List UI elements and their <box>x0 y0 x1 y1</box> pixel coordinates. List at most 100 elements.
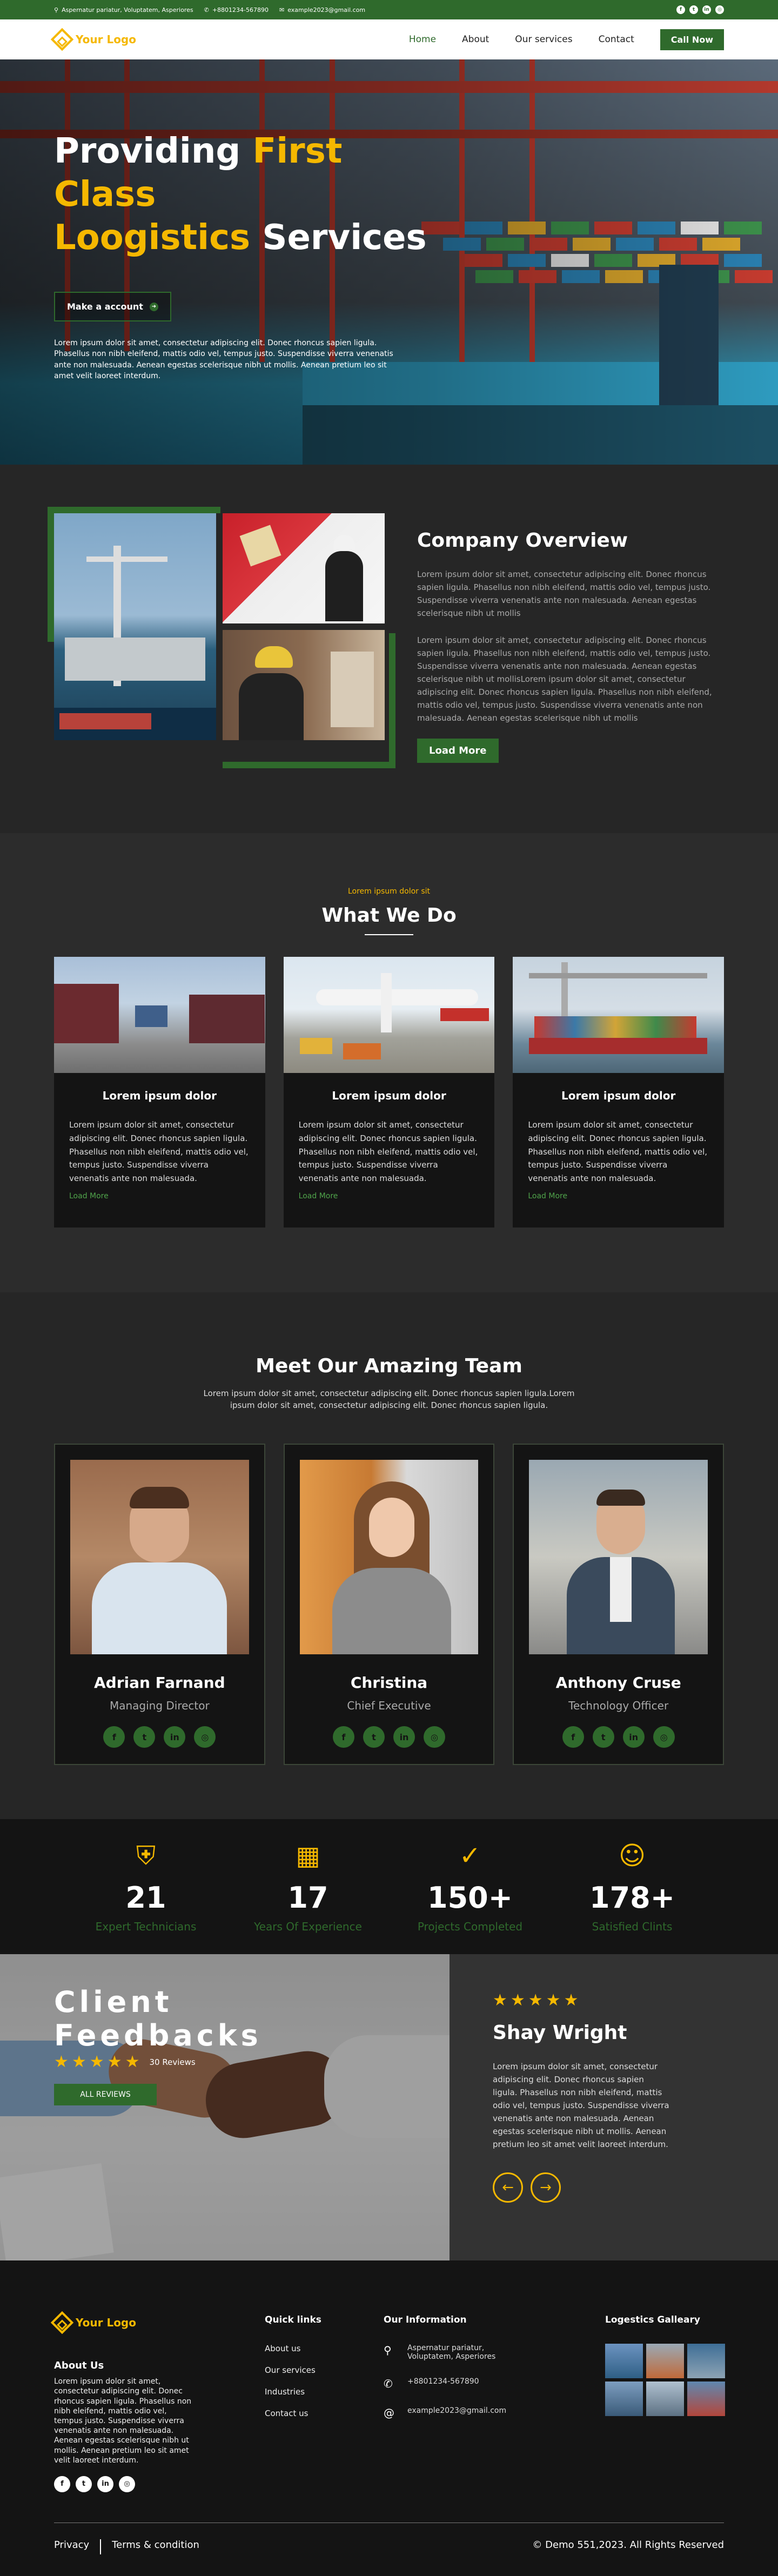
arrow-right-icon[interactable]: → <box>531 2172 561 2203</box>
footer-phone[interactable]: ✆ +8801234-567890 <box>384 2377 605 2390</box>
stat-label: Expert Technicians <box>95 1920 197 1933</box>
dribbble-icon[interactable]: ◎ <box>424 1726 445 1748</box>
facebook-icon[interactable]: f <box>333 1726 354 1748</box>
nav-item-contact[interactable]: Contact <box>599 34 634 45</box>
team-section: Meet Our Amazing Team Lorem ipsum dolor … <box>0 1292 778 1820</box>
service-card[interactable]: Lorem ipsum dolor Lorem ipsum dolor sit … <box>283 957 495 1227</box>
card-load-more-link[interactable]: Load More <box>299 1192 480 1200</box>
topbar-address: ⚲ Aspernatur pariatur, Voluptatem, Asperi… <box>54 6 193 14</box>
hero-section: Providing First Class Loogistics Service… <box>0 59 778 465</box>
stat-number: 17 <box>287 1880 328 1915</box>
nav-item-home[interactable]: Home <box>409 34 436 45</box>
twitter-icon[interactable]: t <box>133 1726 156 1748</box>
member-photo <box>299 1460 479 1655</box>
card-load-more-link[interactable]: Load More <box>528 1192 709 1200</box>
topbar-email[interactable]: ✉ example2023@gmail.com <box>279 6 365 14</box>
section-title: What We Do <box>321 904 457 927</box>
twitter-icon[interactable]: t <box>363 1726 385 1748</box>
call-now-button[interactable]: Call Now <box>660 29 724 50</box>
gallery-thumb[interactable] <box>646 2344 684 2379</box>
team-card: Christina Chief Executive f t in ◎ <box>283 1444 495 1766</box>
footer-link-contact[interactable]: Contact us <box>265 2409 384 2418</box>
member-name: Adrian Farnand <box>93 1674 225 1692</box>
footer-email[interactable]: @ example2023@gmail.com <box>384 2406 605 2419</box>
dribbble-icon[interactable]: ◎ <box>194 1726 216 1748</box>
topbar-phone[interactable]: ✆ +8801234-567890 <box>204 6 269 14</box>
load-more-button[interactable]: Load More <box>417 739 499 763</box>
testimonial-title: Client Feedbacks <box>54 1985 262 2053</box>
stat-item: ▦ 17 Years Of Experience <box>249 1841 367 1933</box>
quick-links-title: Quick links <box>265 2315 321 2326</box>
top-bar: ⚲ Aspernatur pariatur, Voluptatem, Asperi… <box>0 0 778 19</box>
stat-item: ✓ 150+ Projects Completed <box>411 1841 529 1933</box>
gallery-thumb[interactable] <box>605 2382 643 2417</box>
twitter-icon[interactable]: t <box>689 5 698 14</box>
stat-number: 150+ <box>427 1880 513 1915</box>
stat-label: Projects Completed <box>417 1920 523 1933</box>
dribbble-icon[interactable]: ◎ <box>119 2476 135 2492</box>
service-card[interactable]: Lorem ipsum dolor Lorem ipsum dolor sit … <box>54 957 265 1227</box>
site-logo[interactable]: Your Logo <box>50 28 136 51</box>
gallery-thumb[interactable] <box>605 2344 643 2379</box>
make-account-button[interactable]: Make a account ➜ <box>54 292 171 321</box>
team-card: Anthony Cruse Technology Officer f t in … <box>513 1444 725 1766</box>
card-title: Lorem ipsum dolor <box>561 1089 676 1102</box>
arrow-right-icon: ➜ <box>149 302 158 311</box>
facebook-icon[interactable]: f <box>54 2476 70 2492</box>
handshake-image: Client Feedbacks ★★★★★ 30 Reviews ALL REV… <box>0 1954 450 2261</box>
member-role: Managing Director <box>109 1699 210 1713</box>
about-title: About Us <box>54 2360 104 2372</box>
stat-item: ☺ 178+ Satisfied Clints <box>573 1841 692 1933</box>
location-icon: ⚲ <box>384 2344 392 2357</box>
footer-link-about[interactable]: About us <box>265 2344 384 2353</box>
card-load-more-link[interactable]: Load More <box>69 1192 250 1200</box>
card-title: Lorem ipsum dolor <box>332 1089 446 1102</box>
site-footer: Your Logo About Us Lorem ipsum dolor sit… <box>0 2260 778 2576</box>
copyright: © Demo 551,2023. All Rights Reserved <box>532 2539 724 2551</box>
team-title: Meet Our Amazing Team <box>256 1354 522 1377</box>
gallery-thumb[interactable] <box>687 2344 725 2379</box>
twitter-icon[interactable]: t <box>592 1726 614 1748</box>
mail-icon: ✉ <box>279 6 285 14</box>
company-overview-section: Company Overview Lorem ipsum dolor sit a… <box>0 465 778 833</box>
facebook-icon[interactable]: f <box>103 1726 125 1748</box>
stats-section: ⛨ 21 Expert Technicians ▦ 17 Years Of Ex… <box>0 1819 778 1955</box>
stat-label: Years Of Experience <box>254 1920 362 1933</box>
card-text: Lorem ipsum dolor sit amet, consectetur … <box>69 1120 249 1183</box>
nav-item-services[interactable]: Our services <box>515 34 572 45</box>
check-circle-icon: ✓ <box>459 1840 481 1871</box>
facebook-icon[interactable]: f <box>676 5 685 14</box>
gallery-thumb[interactable] <box>687 2382 725 2417</box>
member-photo <box>70 1460 249 1655</box>
rating-stars: ★★★★★ <box>54 2052 143 2072</box>
privacy-link[interactable]: Privacy <box>54 2539 89 2554</box>
all-reviews-button[interactable]: ALL REVIEWS <box>54 2084 157 2106</box>
nav-item-about[interactable]: About <box>462 34 489 45</box>
footer-link-services[interactable]: Our services <box>265 2365 384 2375</box>
footer-logo[interactable]: Your Logo <box>50 2311 265 2335</box>
arrow-left-icon[interactable]: ← <box>493 2172 523 2203</box>
facebook-icon[interactable]: f <box>562 1726 584 1748</box>
footer-link-industries[interactable]: Industries <box>265 2387 384 2397</box>
reviewer-name: Shay Wright <box>493 2022 627 2044</box>
calendar-icon: ▦ <box>296 1840 320 1871</box>
linkedin-icon[interactable]: in <box>702 5 711 14</box>
card-text: Lorem ipsum dolor sit amet, consectetur … <box>298 1120 478 1183</box>
team-card: Adrian Farnand Managing Director f t in … <box>54 1444 265 1766</box>
member-name: Christina <box>350 1674 428 1692</box>
linkedin-icon[interactable]: in <box>393 1726 415 1748</box>
dribbble-icon[interactable]: ◎ <box>653 1726 675 1748</box>
linkedin-icon[interactable]: in <box>164 1726 186 1748</box>
footer-address: ⚲ Aspernatur pariatur, Voluptatem, Asperi… <box>384 2344 496 2362</box>
twitter-icon[interactable]: t <box>76 2476 92 2492</box>
logo-icon <box>50 2311 74 2335</box>
testimonial-card: ★★★★★ Shay Wright Lorem ipsum dolor sit … <box>450 1954 778 2261</box>
gallery-thumb[interactable] <box>646 2382 684 2417</box>
footer-gallery <box>605 2344 725 2417</box>
service-card[interactable]: Lorem ipsum dolor Lorem ipsum dolor sit … <box>513 957 725 1227</box>
dribbble-icon[interactable]: ◎ <box>715 5 724 14</box>
terms-link[interactable]: Terms & condition <box>112 2539 199 2554</box>
title-underline <box>365 934 413 935</box>
linkedin-icon[interactable]: in <box>622 1726 645 1748</box>
linkedin-icon[interactable]: in <box>97 2476 113 2492</box>
